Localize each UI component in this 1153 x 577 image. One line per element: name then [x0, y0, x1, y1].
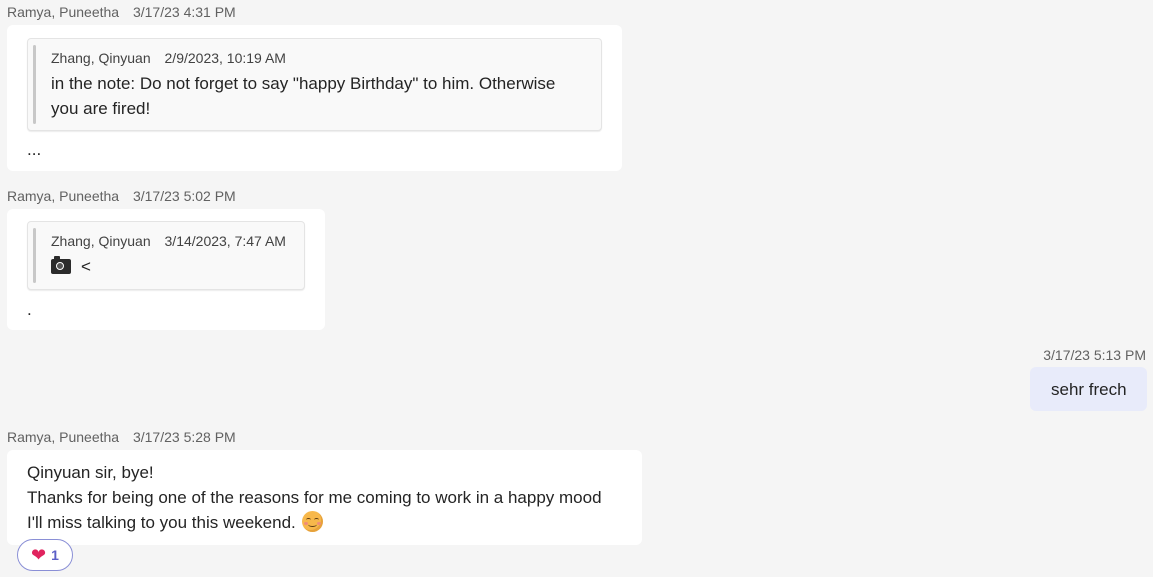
message-timestamp: 3/17/23 4:31 PM [132, 4, 236, 20]
message-header: Ramya, Puneetha 3/17/23 5:02 PM [7, 188, 236, 204]
quoted-reply[interactable]: Zhang, Qinyuan 2/9/2023, 10:19 AM in the… [27, 38, 602, 131]
message-bubble[interactable]: Qinyuan sir, bye! Thanks for being one o… [7, 450, 642, 545]
message-text-line: Qinyuan sir, bye! [27, 463, 154, 482]
author-name: Ramya, Puneetha [7, 4, 120, 20]
message-bubble[interactable]: Zhang, Qinyuan 2/9/2023, 10:19 AM in the… [7, 25, 622, 171]
message-text: . [27, 300, 32, 319]
quote-timestamp: 2/9/2023, 10:19 AM [164, 50, 286, 66]
quote-bar [33, 45, 36, 124]
quote-header: Zhang, Qinyuan 3/14/2023, 7:47 AM [51, 233, 286, 249]
heart-icon: ❤ [31, 545, 47, 565]
author-name: Ramya, Puneetha [7, 188, 120, 204]
message-timestamp: 3/17/23 5:02 PM [132, 188, 236, 204]
smiling-face-icon [301, 511, 323, 532]
quote-text: < [81, 257, 91, 276]
heart-reaction-button[interactable]: ❤ 1 [17, 539, 73, 571]
message-text: sehr frech [1051, 380, 1127, 399]
quote-header: Zhang, Qinyuan 2/9/2023, 10:19 AM [51, 50, 286, 66]
quote-author: Zhang, Qinyuan [51, 50, 151, 66]
message-timestamp: 3/17/23 5:13 PM [1043, 347, 1146, 363]
message-text-line: Thanks for being one of the reasons for … [27, 488, 602, 507]
message-header: Ramya, Puneetha 3/17/23 4:31 PM [7, 4, 236, 20]
message-bubble[interactable]: Zhang, Qinyuan 3/14/2023, 7:47 AM < . [7, 209, 325, 330]
camera-icon [51, 256, 71, 274]
quote-author: Zhang, Qinyuan [51, 233, 151, 249]
quote-text-line: you are fired! [51, 99, 151, 118]
reaction-count: 1 [51, 547, 59, 563]
message-header: Ramya, Puneetha 3/17/23 5:28 PM [7, 429, 236, 445]
quote-text-line: in the note: Do not forget to say "happy… [51, 74, 556, 93]
quote-bar [33, 228, 36, 283]
message-timestamp: 3/17/23 5:28 PM [132, 429, 236, 445]
message-text-line-with-emoji: I'll miss talking to you this weekend. [27, 510, 323, 535]
message-text: ... [27, 140, 42, 159]
my-message-bubble[interactable]: sehr frech [1030, 367, 1147, 411]
quote-timestamp: 3/14/2023, 7:47 AM [164, 233, 286, 249]
quoted-reply[interactable]: Zhang, Qinyuan 3/14/2023, 7:47 AM < [27, 221, 305, 290]
author-name: Ramya, Puneetha [7, 429, 120, 445]
quote-content: < [51, 254, 91, 279]
message-text: I'll miss talking to you this weekend. [27, 513, 296, 532]
